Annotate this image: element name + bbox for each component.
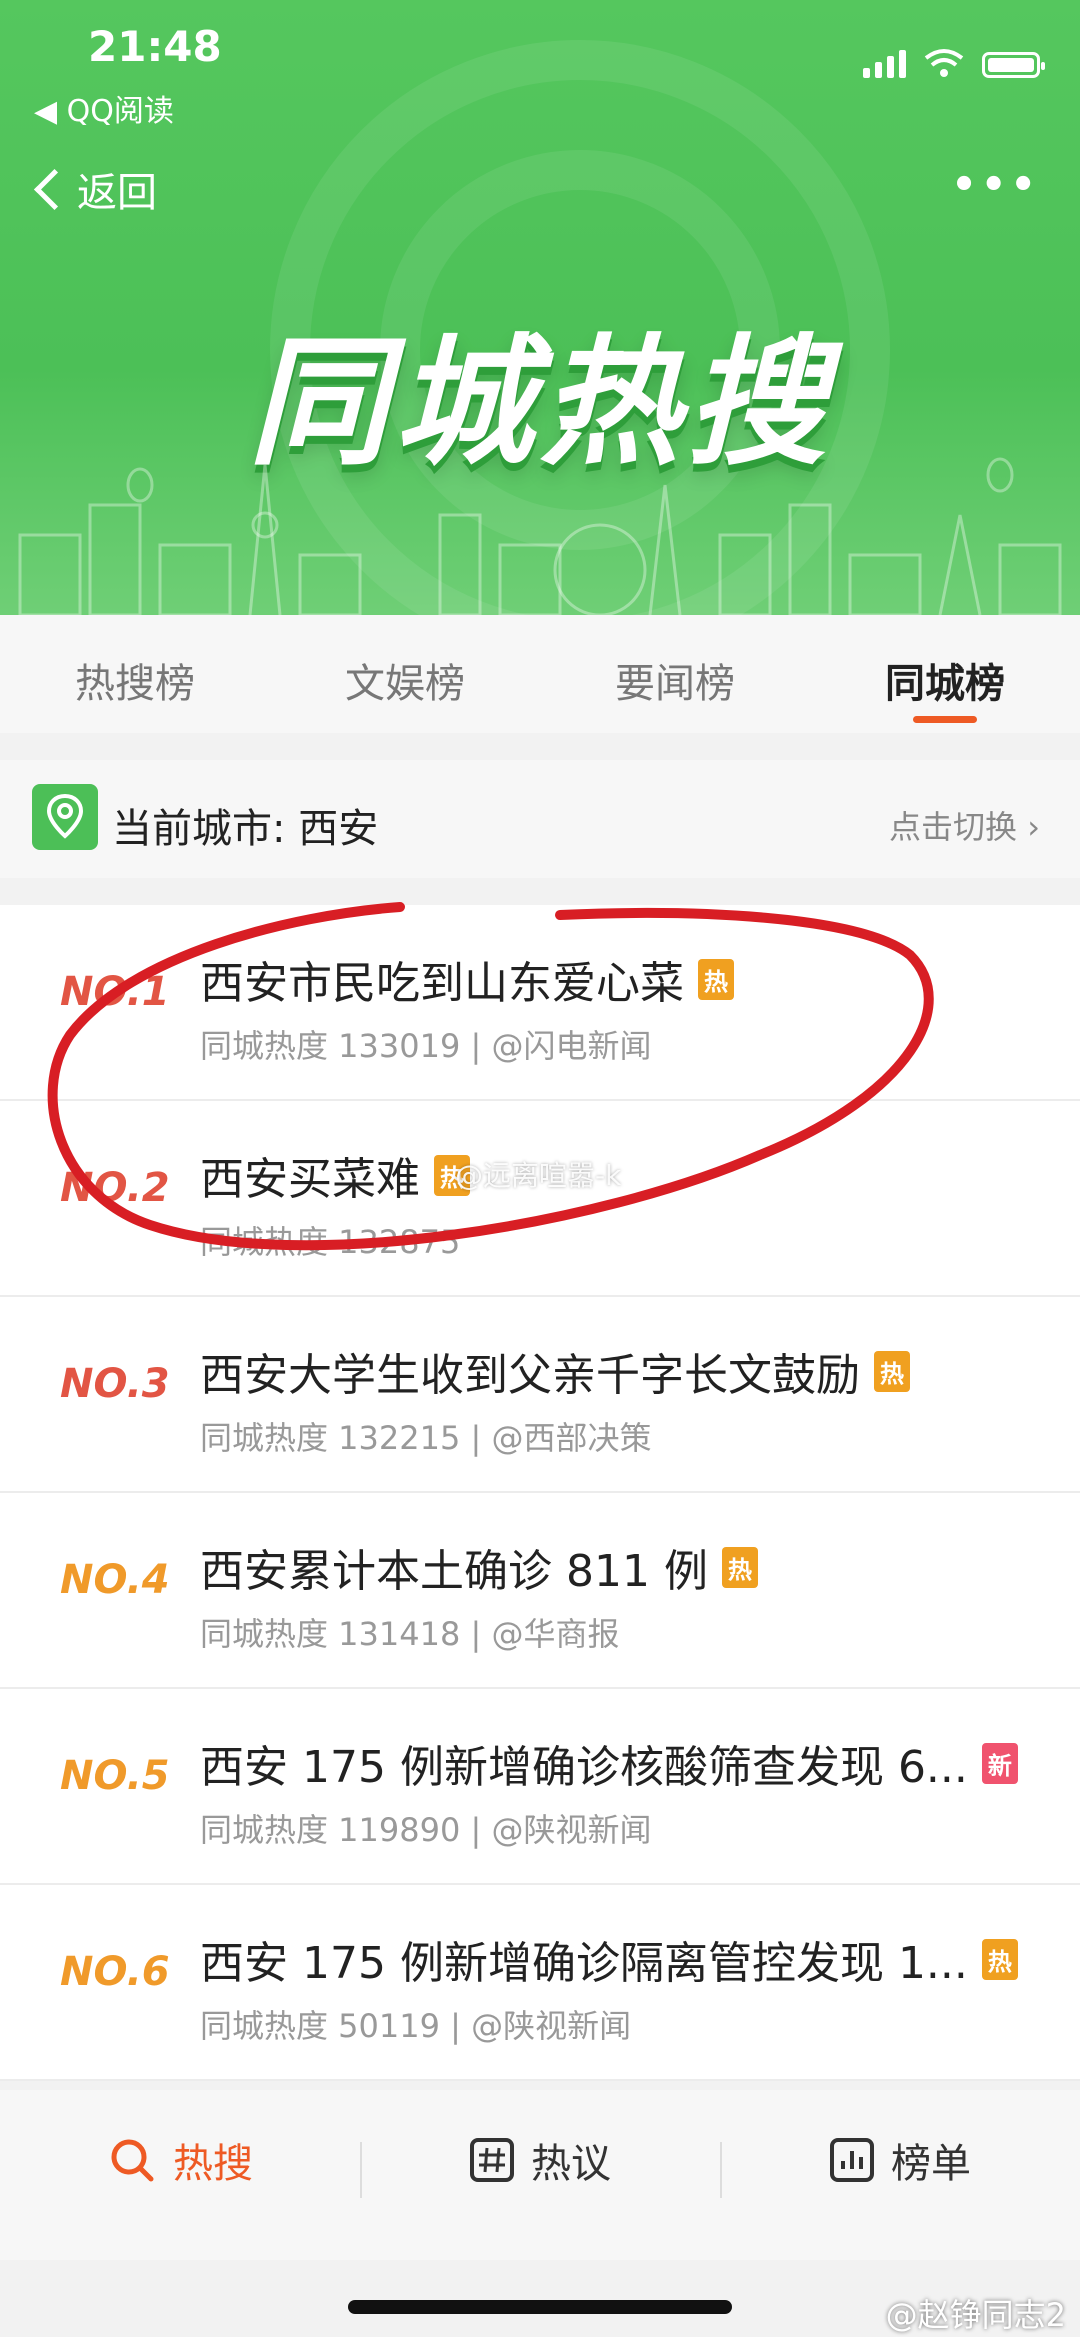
new-badge: 新 xyxy=(981,1742,1018,1784)
watermark: @远离喧嚣-k xyxy=(455,1159,622,1192)
search-icon xyxy=(111,2139,154,2182)
current-city-label: 当前城市: 西安 xyxy=(112,806,379,852)
item-title-wrap: 西安大学生收到父亲千字长文鼓励热 xyxy=(200,1339,910,1403)
switch-city-button[interactable]: 点击切换 › xyxy=(889,802,1040,848)
nav-label: 热议 xyxy=(531,2141,611,2187)
tab-label: 热搜榜 xyxy=(75,661,195,707)
tab-news[interactable]: 要闻榜 xyxy=(540,615,810,733)
tab-entertainment[interactable]: 文娱榜 xyxy=(270,615,540,733)
nav-hot-search[interactable]: 热搜 xyxy=(0,2090,360,2260)
battery-icon xyxy=(982,52,1045,78)
more-button[interactable]: ••• xyxy=(951,162,1040,208)
item-meta: 同城热度 131418 | @华商报 xyxy=(200,1615,620,1653)
chart-icon xyxy=(830,2138,874,2182)
status-time: 21:48 xyxy=(88,22,222,71)
back-label: 返回 xyxy=(77,170,157,216)
nav-label: 榜单 xyxy=(891,2141,971,2187)
tab-label: 要闻榜 xyxy=(615,661,735,707)
list-item[interactable]: NO.3 西安大学生收到父亲千字长文鼓励热 同城热度 132215 | @西部决… xyxy=(0,1297,1080,1493)
back-to-app[interactable]: ◀ QQ阅读 xyxy=(34,86,174,130)
item-title: 西安 175 例新增确诊隔离管控发现 1... xyxy=(200,1938,968,1989)
item-meta: 同城热度 119890 | @陕视新闻 xyxy=(200,1811,652,1849)
item-title-wrap: 西安 175 例新增确诊隔离管控发现 1... 热 xyxy=(200,1927,1018,1991)
list-item[interactable]: NO.4 西安累计本土确诊 811 例热 同城热度 131418 | @华商报 xyxy=(0,1493,1080,1689)
item-meta: 同城热度 132215 | @西部决策 xyxy=(200,1419,652,1457)
red-annotation-circle xyxy=(47,902,934,1251)
status-icons xyxy=(863,48,1045,78)
rank-number: NO.6 xyxy=(60,1949,170,1995)
nav-rankings[interactable]: 榜单 xyxy=(720,2090,1080,2260)
divider xyxy=(720,2142,722,2198)
tab-hot-search[interactable]: 热搜榜 xyxy=(0,615,270,733)
item-title: 西安 175 例新增确诊核酸筛查发现 6... xyxy=(200,1742,968,1793)
city-skyline-illustration xyxy=(18,457,1062,615)
rank-number: NO.4 xyxy=(60,1557,170,1603)
signal-icon xyxy=(863,50,906,78)
divider xyxy=(360,2142,362,2198)
watermark: @赵铮同志2 xyxy=(885,2296,1066,2334)
hot-badge: 热 xyxy=(874,1350,910,1392)
item-title-wrap: 西安 175 例新增确诊核酸筛查发现 6... 新 xyxy=(200,1731,1018,1795)
nav-discussion[interactable]: 热议 xyxy=(360,2090,720,2260)
home-indicator[interactable] xyxy=(348,2300,732,2314)
item-title: 西安大学生收到父亲千字长文鼓励 xyxy=(200,1350,860,1401)
location-pin-icon xyxy=(32,784,98,850)
tab-local[interactable]: 同城榜 xyxy=(810,615,1080,733)
list-item[interactable]: NO.6 西安 175 例新增确诊隔离管控发现 1... 热 同城热度 50119… xyxy=(0,1885,1080,2081)
item-title: 西安累计本土确诊 811 例 xyxy=(200,1546,708,1597)
wifi-icon xyxy=(924,49,964,77)
current-city-bar: 当前城市: 西安 点击切换 › xyxy=(0,760,1080,878)
hashtag-icon xyxy=(470,2138,514,2182)
rank-number: NO.5 xyxy=(60,1753,170,1799)
item-meta: 同城热度 50119 | @陕视新闻 xyxy=(200,2007,632,2045)
tab-label: 同城榜 xyxy=(885,661,1005,707)
header-banner: 21:48 ◀ QQ阅读 返回 ••• 同城热搜 xyxy=(0,0,1080,615)
chevron-left-icon xyxy=(33,168,76,210)
bottom-nav: 热搜 热议 榜单 xyxy=(0,2090,1080,2260)
active-tab-indicator xyxy=(913,716,977,723)
hot-badge: 热 xyxy=(721,1546,758,1588)
list-item[interactable]: NO.5 西安 175 例新增确诊核酸筛查发现 6... 新 同城热度 11989… xyxy=(0,1689,1080,1885)
item-title-wrap: 西安累计本土确诊 811 例热 xyxy=(200,1535,758,1599)
ranking-tabs: 热搜榜 文娱榜 要闻榜 同城榜 xyxy=(0,615,1080,733)
hot-badge: 热 xyxy=(981,1938,1018,1980)
rank-number: NO.3 xyxy=(60,1361,170,1407)
tab-label: 文娱榜 xyxy=(345,661,465,707)
back-button[interactable]: 返回 xyxy=(28,160,157,218)
nav-label: 热搜 xyxy=(173,2141,253,2187)
